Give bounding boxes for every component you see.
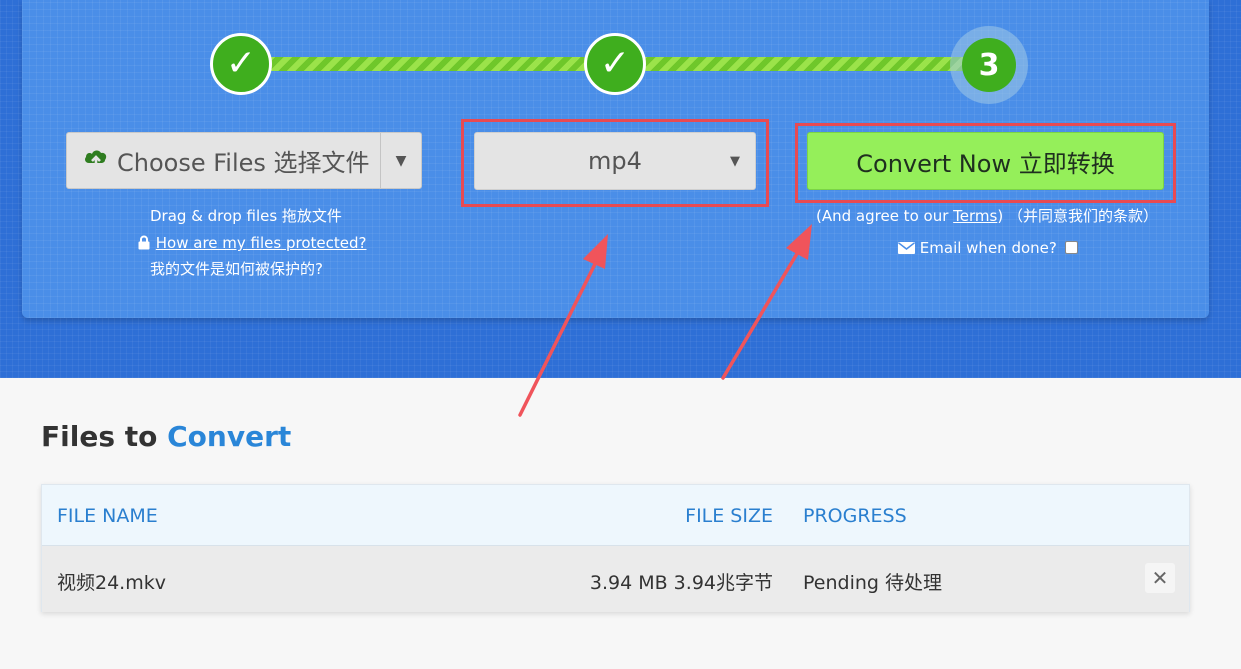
choose-files-control: Choose Files 选择文件 ▼ xyxy=(66,132,422,189)
choose-files-dropdown[interactable]: ▼ xyxy=(381,133,421,188)
title-part-2: Convert xyxy=(167,420,292,453)
step-1-complete: ✓ xyxy=(210,33,272,95)
terms-link[interactable]: Terms xyxy=(953,207,997,225)
title-part-1: Files to xyxy=(41,420,168,453)
choose-files-button[interactable]: Choose Files 选择文件 xyxy=(67,133,381,188)
email-when-done: Email when done? xyxy=(898,239,1078,257)
choose-files-label: Choose Files 选择文件 xyxy=(117,149,370,177)
table-header: FILE NAME FILE SIZE PROGRESS xyxy=(42,485,1189,546)
convert-now-button[interactable]: Convert Now 立即转换 xyxy=(807,132,1164,190)
column-file-name: FILE NAME xyxy=(57,505,158,527)
file-size-cell: 3.94 MB 3.94兆字节 xyxy=(589,572,773,594)
envelope-icon xyxy=(898,239,920,257)
table-row: 视频24.mkv 3.94 MB 3.94兆字节 Pending 待处理 ✕ xyxy=(42,546,1189,612)
email-label: Email when done? xyxy=(919,239,1057,257)
file-name-cell: 视频24.mkv xyxy=(57,572,166,594)
remove-file-button[interactable]: ✕ xyxy=(1145,563,1175,593)
caret-down-icon: ▼ xyxy=(395,152,407,169)
files-section-title: Files to Convert xyxy=(41,420,291,453)
cloud-upload-icon xyxy=(83,145,109,177)
progress-cell: Pending 待处理 xyxy=(803,572,942,594)
protected-hint-cn: 我的文件是如何被保护的? xyxy=(150,260,323,278)
drag-drop-hint: Drag & drop files 拖放文件 xyxy=(150,207,342,225)
checkmark-icon: ✓ xyxy=(225,43,257,84)
progress-track-2 xyxy=(622,57,977,71)
lock-icon xyxy=(137,234,156,252)
caret-down-icon: ▼ xyxy=(730,154,740,169)
agree-prefix: (And agree to our xyxy=(816,207,954,225)
terms-agreement: (And agree to our Terms) （并同意我们的条款） xyxy=(816,205,1158,226)
step-2-complete: ✓ xyxy=(584,33,646,95)
email-checkbox[interactable] xyxy=(1064,241,1078,254)
column-file-size: FILE SIZE xyxy=(685,505,773,527)
close-icon: ✕ xyxy=(1151,566,1169,590)
files-table: FILE NAME FILE SIZE PROGRESS 视频24.mkv 3.… xyxy=(41,484,1190,612)
progress-track-1 xyxy=(250,57,590,71)
files-protected-link[interactable]: How are my files protected? xyxy=(156,234,367,252)
format-selected-value: mp4 xyxy=(588,147,642,175)
protected-hint: How are my files protected? xyxy=(137,234,366,252)
column-progress: PROGRESS xyxy=(803,505,907,527)
format-select[interactable]: mp4 ▼ xyxy=(474,132,756,190)
agree-suffix: ) （并同意我们的条款） xyxy=(997,207,1158,225)
checkmark-icon: ✓ xyxy=(599,43,631,84)
step-3-current: 3 xyxy=(962,38,1016,92)
